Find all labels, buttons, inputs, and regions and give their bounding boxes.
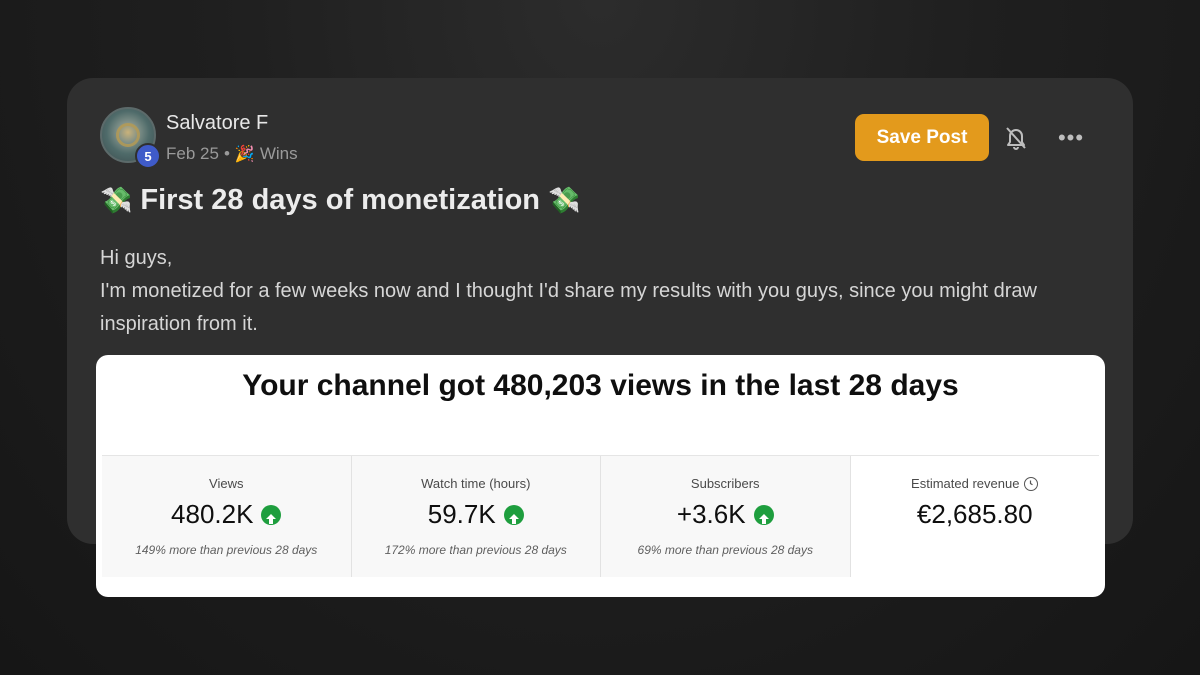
- post-body: Hi guys, I'm monetized for a few weeks n…: [100, 242, 1100, 341]
- stat-note: 172% more than previous 28 days: [384, 543, 567, 557]
- stat-revenue: Estimated revenue €2,685.80: [850, 456, 1100, 577]
- stat-watch-time: Watch time (hours) 59.7K 172% more than …: [351, 456, 601, 577]
- level-badge: 5: [135, 143, 161, 169]
- post-category[interactable]: Wins: [260, 144, 298, 164]
- save-post-button[interactable]: Save Post: [855, 114, 989, 161]
- body-greeting: Hi guys,: [100, 247, 173, 269]
- analytics-screenshot: Your channel got 480,203 views in the la…: [96, 355, 1105, 597]
- stat-value-row: +3.6K: [601, 499, 850, 530]
- more-options-icon[interactable]: •••: [1056, 124, 1086, 152]
- arrow-up-circle-icon: [261, 504, 282, 525]
- party-popper-icon: 🎉: [234, 146, 255, 163]
- arrow-up-circle-icon: [503, 504, 524, 525]
- money-with-wings-icon: 💸: [100, 185, 133, 215]
- stat-note: 149% more than previous 28 days: [135, 543, 318, 557]
- post-title: 💸 First 28 days of monetization 💸: [100, 184, 580, 217]
- bell-off-icon[interactable]: [1004, 124, 1028, 152]
- stat-value: €2,685.80: [916, 499, 1033, 529]
- stat-label: Views: [209, 476, 244, 491]
- post-meta: Feb 25 • 🎉 Wins: [166, 144, 298, 164]
- stat-label: Subscribers: [690, 476, 760, 491]
- stat-value: 480.2K: [171, 499, 254, 529]
- stats-row: Views 480.2K 149% more than previous 28 …: [102, 455, 1099, 577]
- stat-label: Estimated revenue: [911, 476, 1020, 491]
- stat-label: Watch time (hours): [421, 476, 531, 491]
- post-date: Feb 25: [166, 144, 219, 163]
- stat-value: 59.7K: [427, 499, 496, 529]
- body-text: I'm monetized for a few weeks now and I …: [100, 280, 1037, 335]
- post-title-text: First 28 days of monetization: [140, 184, 541, 216]
- arrow-up-circle-icon: [753, 504, 774, 525]
- clock-icon: [1024, 476, 1039, 491]
- avatar-emblem: [116, 123, 140, 147]
- stat-value-row: 59.7K: [352, 499, 601, 530]
- stat-subscribers: Subscribers +3.6K 69% more than previous…: [601, 456, 851, 577]
- stat-value: +3.6K: [676, 499, 746, 529]
- author-name[interactable]: Salvatore F: [166, 112, 268, 135]
- stat-label-row: Estimated revenue: [851, 476, 1100, 491]
- meta-separator: •: [223, 144, 230, 163]
- money-with-wings-icon: 💸: [548, 185, 581, 215]
- stat-note: 69% more than previous 28 days: [637, 543, 813, 557]
- analytics-headline: Your channel got 480,203 views in the la…: [242, 369, 959, 402]
- stat-value-row: 480.2K: [102, 499, 351, 530]
- stat-views: Views 480.2K 149% more than previous 28 …: [102, 456, 352, 577]
